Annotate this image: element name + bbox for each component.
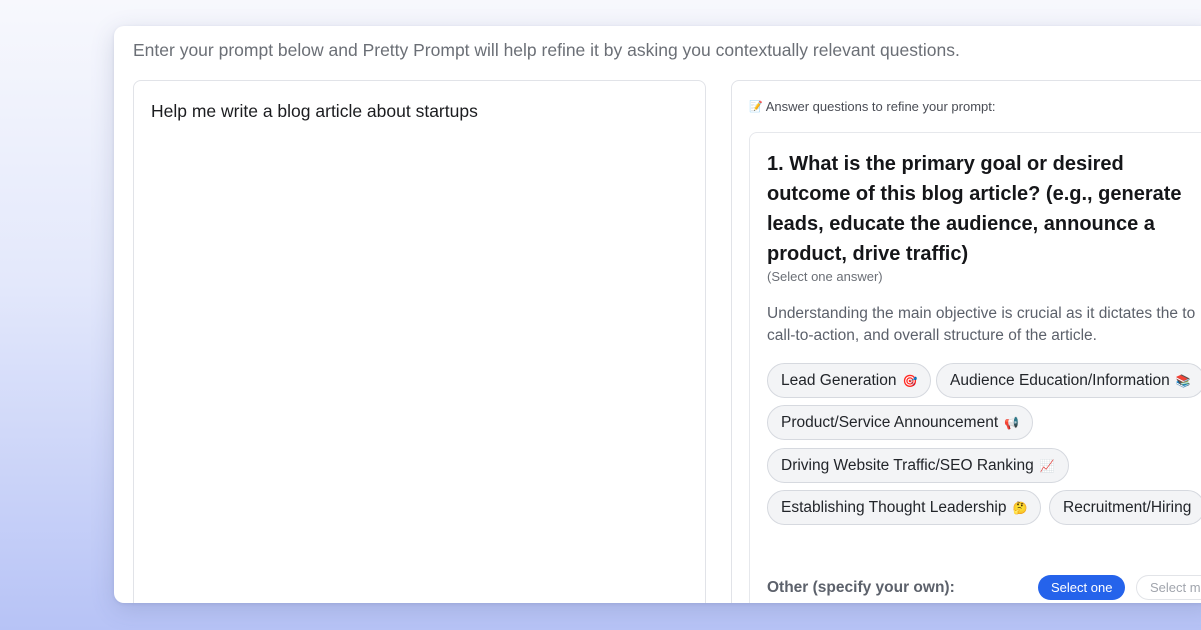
prompt-value: Help me write a blog article about start… bbox=[151, 101, 478, 121]
option-label: Audience Education/Information bbox=[950, 371, 1170, 389]
question-description-line2: call-to-action, and overall structure of… bbox=[767, 327, 1097, 344]
books-icon: 📚 bbox=[1175, 373, 1191, 388]
thinking-face-icon: 🤔 bbox=[1012, 500, 1028, 515]
question-card: 1. What is the primary goal or desired o… bbox=[749, 132, 1201, 603]
other-label: Other (specify your own): bbox=[767, 579, 955, 596]
panel-header-label: Answer questions to refine your prompt: bbox=[765, 99, 996, 114]
option-recruitment-hiring[interactable]: Recruitment/Hiring bbox=[1049, 490, 1201, 525]
option-thought-leadership[interactable]: Establishing Thought Leadership 🤔 bbox=[767, 490, 1042, 525]
target-icon: 🎯 bbox=[902, 373, 918, 388]
refine-panel: 📝 Answer questions to refine your prompt… bbox=[731, 80, 1201, 603]
chart-increasing-icon: 📈 bbox=[1039, 458, 1055, 473]
prompt-textarea[interactable]: Help me write a blog article about start… bbox=[133, 80, 706, 603]
option-lead-generation[interactable]: Lead Generation 🎯 bbox=[767, 363, 932, 398]
option-label: Driving Website Traffic/SEO Ranking bbox=[781, 456, 1034, 474]
select-one-button[interactable]: Select one bbox=[1038, 575, 1126, 600]
intro-text: Enter your prompt below and Pretty Promp… bbox=[133, 40, 960, 60]
panel-header: 📝 Answer questions to refine your prompt… bbox=[749, 99, 995, 114]
option-label: Lead Generation bbox=[781, 371, 897, 389]
question-description-line1: Understanding the main objective is cruc… bbox=[767, 305, 1196, 322]
memo-icon: 📝 bbox=[749, 101, 763, 113]
question-description: Understanding the main objective is cruc… bbox=[767, 303, 1201, 347]
option-audience-education[interactable]: Audience Education/Information 📚 bbox=[936, 363, 1201, 398]
question-title: 1. What is the primary goal or desired o… bbox=[767, 153, 1182, 265]
option-label: Establishing Thought Leadership bbox=[781, 498, 1007, 516]
option-label: Recruitment/Hiring bbox=[1063, 498, 1192, 516]
megaphone-icon: 📢 bbox=[1004, 415, 1020, 430]
question-subtitle: (Select one answer) bbox=[767, 269, 883, 284]
app-window: Enter your prompt below and Pretty Promp… bbox=[114, 26, 1201, 603]
select-many-button[interactable]: Select m bbox=[1136, 575, 1201, 600]
option-product-announcement[interactable]: Product/Service Announcement 📢 bbox=[767, 405, 1034, 440]
option-label: Product/Service Announcement bbox=[781, 413, 999, 431]
option-driving-traffic[interactable]: Driving Website Traffic/SEO Ranking 📈 bbox=[767, 448, 1069, 483]
